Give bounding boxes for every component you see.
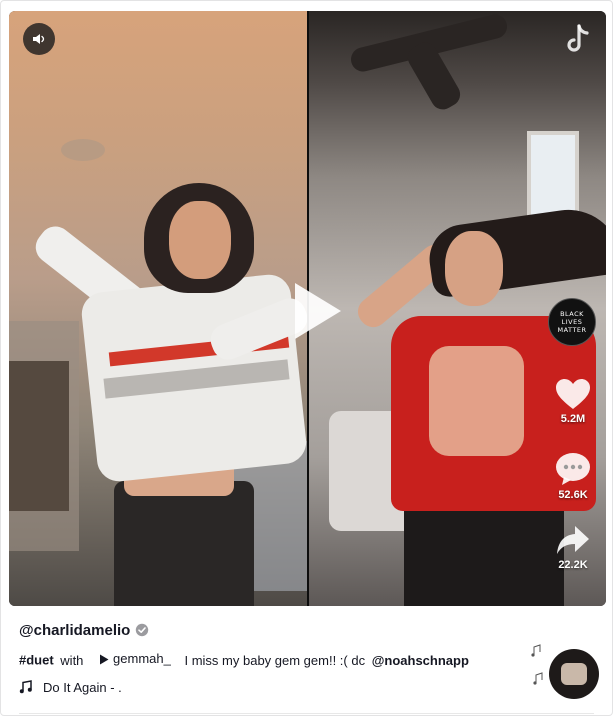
video-left-panel xyxy=(9,11,307,606)
badge-line: MATTER xyxy=(557,326,587,334)
music-notes-icon xyxy=(531,644,543,685)
shirt-print xyxy=(429,346,524,456)
ceiling-fan xyxy=(403,38,465,114)
play-icon[interactable] xyxy=(289,279,345,343)
door xyxy=(9,361,69,511)
divider xyxy=(19,713,594,714)
duet-user-link[interactable]: gemmah_ xyxy=(99,649,171,669)
duet-username: gemmah_ xyxy=(113,651,171,666)
share-button[interactable]: 22.2K xyxy=(548,523,598,571)
caption-text: I miss my baby gem gem!! :( dc xyxy=(184,652,366,668)
badge-line: BLACK xyxy=(560,310,584,318)
like-button[interactable]: 5.2M xyxy=(548,377,598,425)
dancer-face xyxy=(169,201,231,279)
play-icon xyxy=(100,654,109,664)
ceiling-light xyxy=(61,139,105,161)
music-disc-button[interactable] xyxy=(549,649,599,699)
comment-count: 52.6K xyxy=(558,489,588,501)
tiktok-logo-icon[interactable] xyxy=(562,23,592,57)
caption: #duet with gemmah_ I miss my baby gem ge… xyxy=(19,649,519,671)
tiktok-embed-card: BLACK LIVES MATTER 5.2M 52.6K 22.2K @cha… xyxy=(0,0,613,716)
black-lives-matter-badge: BLACK LIVES MATTER xyxy=(548,298,596,346)
comment-button[interactable]: 52.6K xyxy=(548,451,598,501)
music-link[interactable]: Do It Again - . xyxy=(19,677,122,697)
hashtag-link[interactable]: #duet xyxy=(19,653,54,668)
dancer-pants xyxy=(114,481,254,606)
caption-with-text: with xyxy=(60,652,84,668)
dancer-pants xyxy=(404,499,564,606)
author-row: @charlidamelio xyxy=(19,619,589,641)
author-username[interactable]: @charlidamelio xyxy=(19,622,130,639)
dancer-face xyxy=(445,231,503,306)
share-icon xyxy=(557,526,589,554)
share-count: 22.2K xyxy=(558,559,588,571)
like-count: 5.2M xyxy=(560,413,586,425)
post-meta: @charlidamelio #duet with gemmah_ I miss… xyxy=(19,619,589,695)
music-note-icon xyxy=(19,680,32,694)
comment-icon xyxy=(556,453,590,485)
badge-line: LIVES xyxy=(561,318,583,326)
music-title: Do It Again - . xyxy=(43,679,122,695)
heart-icon xyxy=(556,379,590,409)
mention-link[interactable]: @noahschnapp xyxy=(372,653,469,668)
sound-toggle-button[interactable] xyxy=(23,23,55,55)
video-player[interactable]: BLACK LIVES MATTER 5.2M 52.6K 22.2K xyxy=(9,11,606,606)
verified-check-icon xyxy=(136,623,149,637)
music-cover-thumbnail xyxy=(561,663,587,685)
speaker-icon xyxy=(33,34,45,44)
